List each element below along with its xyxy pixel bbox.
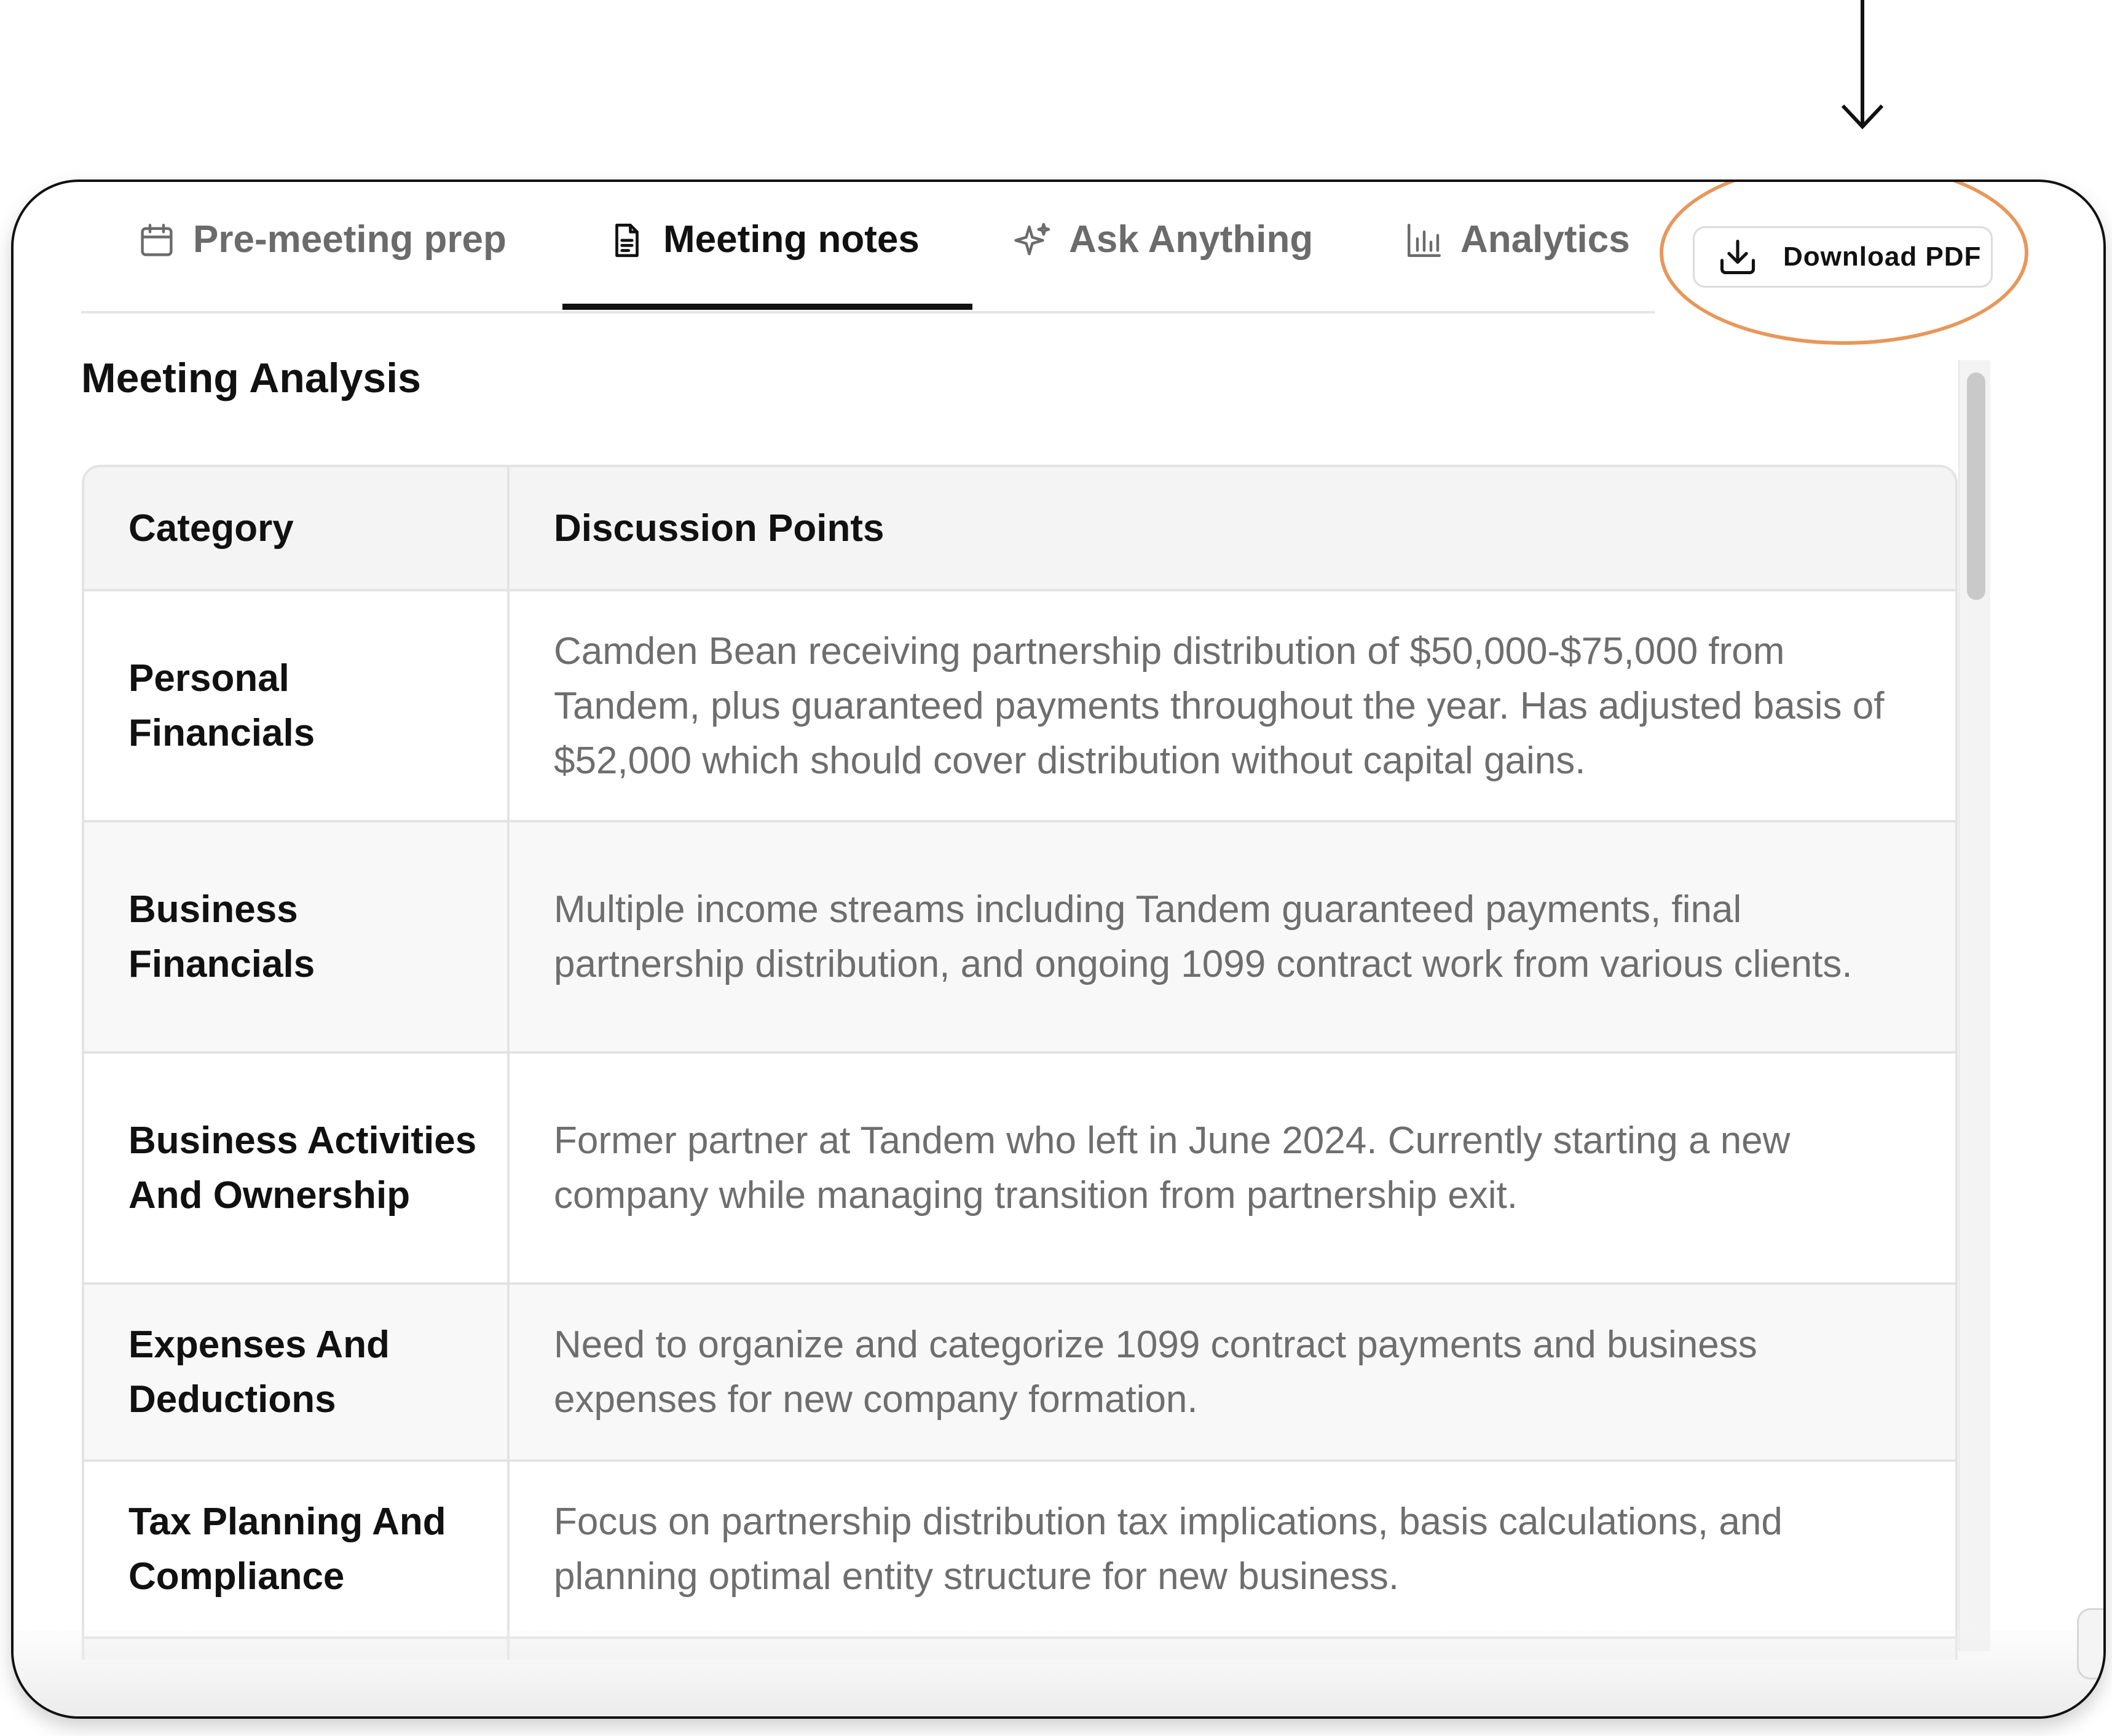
table-row-partial bbox=[84, 1638, 1955, 1660]
category-cell bbox=[84, 1638, 508, 1660]
category-cell: Expenses And Deductions bbox=[84, 1284, 508, 1462]
table-row: Expenses And Deductions Need to organize… bbox=[84, 1284, 1955, 1462]
tab-label: Pre-meeting prep bbox=[193, 218, 506, 261]
discussion-points-cell: Focus on partnership distribution tax im… bbox=[507, 1461, 1955, 1639]
discussion-points-cell: Former partner at Tandem who left in Jun… bbox=[507, 1052, 1955, 1285]
category-cell: Tax Planning And Compliance bbox=[84, 1461, 508, 1639]
column-header-discussion-points: Discussion Points bbox=[507, 467, 1955, 591]
download-pdf-button[interactable]: Download PDF bbox=[1693, 226, 1993, 288]
table-row: Business Financials Multiple income stre… bbox=[84, 821, 1955, 1054]
vertical-scrollbar[interactable] bbox=[1958, 360, 1990, 1651]
download-pdf-label: Download PDF bbox=[1783, 242, 1982, 272]
tab-label: Analytics bbox=[1460, 218, 1630, 261]
tab-ask-anything[interactable]: Ask Anything bbox=[1012, 218, 1313, 310]
screenshot-stage: Pre-meeting prep Meeting notes Ask Anyth… bbox=[0, 0, 2112, 1736]
scrollbar-thumb[interactable] bbox=[1967, 373, 1985, 600]
discussion-points-cell: Need to organize and categorize 1099 con… bbox=[507, 1284, 1955, 1462]
bar-chart-icon bbox=[1408, 224, 1441, 257]
category-cell: Business Activities And Ownership bbox=[84, 1052, 508, 1285]
table-row: Personal Financials Camden Bean receivin… bbox=[84, 590, 1955, 823]
discussion-points-cell bbox=[507, 1638, 1955, 1660]
tab-label: Ask Anything bbox=[1069, 218, 1314, 261]
table-header-row: Category Discussion Points bbox=[84, 467, 1955, 591]
calendar-icon bbox=[141, 224, 173, 256]
side-handle bbox=[2077, 1608, 2103, 1679]
category-cell: Personal Financials bbox=[84, 590, 508, 823]
document-icon bbox=[615, 223, 639, 258]
section-title: Meeting Analysis bbox=[81, 355, 421, 401]
column-header-category: Category bbox=[84, 467, 508, 591]
active-tab-indicator bbox=[562, 304, 972, 310]
table-row: Business Activities And Ownership Former… bbox=[84, 1052, 1955, 1285]
tab-bar: Pre-meeting prep Meeting notes Ask Anyth… bbox=[81, 182, 1655, 314]
meeting-analysis-table: Category Discussion Points Personal Fina… bbox=[82, 465, 1958, 1660]
discussion-points-cell: Multiple income streams including Tandem… bbox=[507, 821, 1955, 1054]
app-window: Pre-meeting prep Meeting notes Ask Anyth… bbox=[11, 180, 2106, 1719]
discussion-points-cell: Camden Bean receiving partnership distri… bbox=[507, 590, 1955, 823]
tab-label: Meeting notes bbox=[663, 218, 920, 261]
tab-meeting-notes[interactable]: Meeting notes bbox=[607, 218, 920, 310]
table-row: Tax Planning And Compliance Focus on par… bbox=[84, 1461, 1955, 1639]
sparkle-icon bbox=[1014, 223, 1050, 256]
tab-analytics[interactable]: Analytics bbox=[1404, 218, 1630, 310]
download-icon bbox=[1720, 239, 1755, 275]
category-cell: Business Financials bbox=[84, 821, 508, 1054]
annotation-arrow-icon bbox=[1841, 0, 1884, 130]
tab-pre-meeting-prep[interactable]: Pre-meeting prep bbox=[136, 218, 506, 310]
